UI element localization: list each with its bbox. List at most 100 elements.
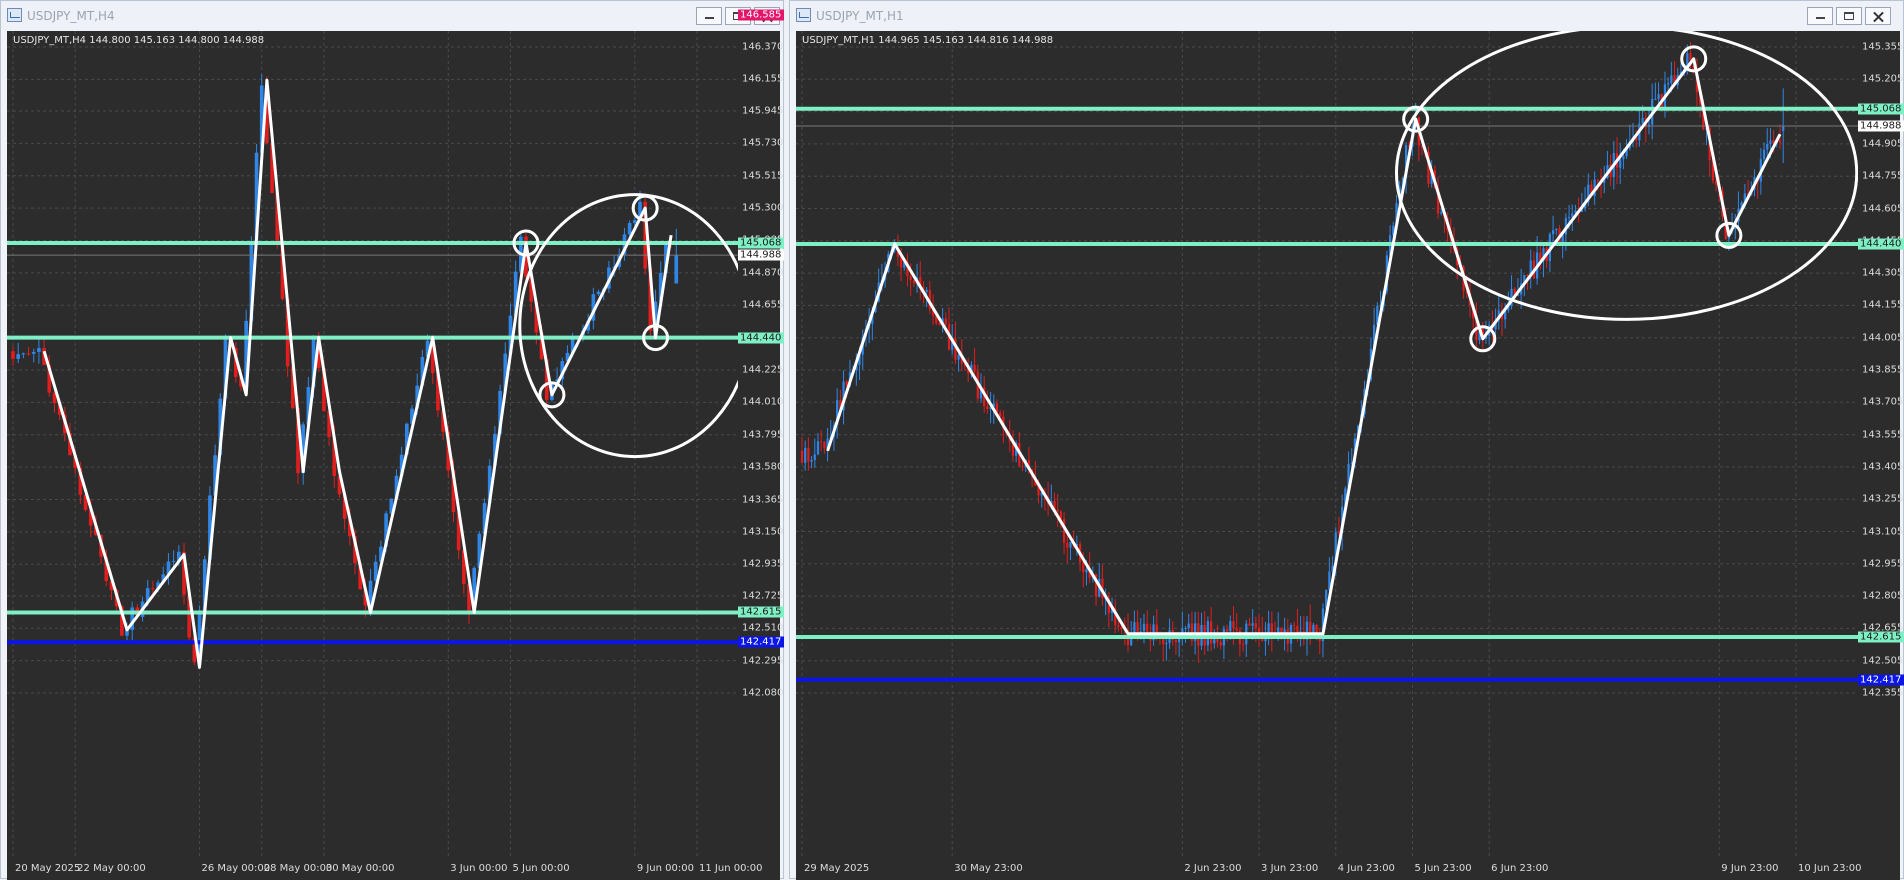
price-tick-label: 145.945 [742, 105, 784, 117]
price-level-tag: 144.988 [738, 249, 784, 261]
candle-body [674, 255, 679, 284]
time-tick-label: 10 Jun 23:00 [1798, 863, 1862, 874]
app-icon [7, 8, 22, 22]
candle-body [31, 351, 36, 354]
candle-body [1146, 623, 1149, 632]
chart-canvas[interactable] [7, 31, 738, 858]
candle-body [1571, 213, 1574, 217]
candle-body [925, 289, 928, 293]
annotation-zigzag-path [42, 78, 673, 669]
price-level-tag: 142.615 [738, 606, 784, 618]
candle-body [1555, 228, 1558, 231]
time-tick-label: 4 Jun 23:00 [1337, 863, 1395, 874]
price-tick-label: 143.795 [742, 429, 784, 441]
candle-body [1142, 623, 1146, 632]
candle-body [151, 588, 155, 590]
price-tick-label: 144.605 [1862, 203, 1904, 214]
price-level-tag: 144.440 [738, 332, 784, 344]
candle-body [957, 354, 960, 360]
price-tick-label: 145.515 [742, 170, 784, 182]
candle-body [16, 354, 20, 359]
price-tick-label: 142.295 [742, 655, 784, 667]
candle-body [1596, 179, 1599, 181]
candle-body [1778, 140, 1782, 143]
candle-body [1219, 642, 1222, 646]
time-tick-label: 5 Jun 23:00 [1414, 863, 1472, 874]
time-tick-label: 28 May 00:00 [263, 863, 333, 874]
chart-window-h1[interactable]: USDJPY_MT,H1 USDJPY_MT,H1 144.965 145.16… [789, 0, 1904, 880]
window-titlebar[interactable]: USDJPY_MT,H1 [790, 1, 1903, 31]
window-titlebar[interactable]: USDJPY_MT,H4 [1, 1, 783, 31]
price-tick-label: 143.705 [1862, 396, 1904, 408]
price-tick-label: 142.505 [1862, 655, 1904, 667]
candle-body [1667, 83, 1670, 85]
price-tick-label: 143.150 [742, 526, 784, 538]
time-axis[interactable]: 29 May 2025 30 May 23:00 2 Jun 23:00 3 Jun … [796, 858, 1900, 880]
price-tick-label: 144.755 [1862, 170, 1904, 182]
candle-body [596, 291, 601, 295]
price-level-tag: 142.615 [1858, 631, 1904, 643]
levels [7, 241, 738, 645]
chart-window-h4[interactable]: USDJPY_MT,H4 USDJPY_MT,H4 144.800 145.16… [0, 0, 784, 880]
price-axis[interactable]: 145.355145.205145.055144.905144.755144.6… [1858, 31, 1904, 858]
time-tick-label: 22 May 00:00 [77, 863, 146, 874]
candle-body [986, 406, 989, 410]
price-tick-label: 146.155 [742, 73, 784, 85]
price-tick-label: 144.005 [1862, 332, 1904, 344]
candle-body [1229, 621, 1232, 632]
candle-body [1619, 159, 1622, 168]
candle-body [1082, 562, 1085, 573]
price-tick-label: 144.870 [742, 267, 784, 279]
price-tick-label: 142.080 [742, 687, 784, 699]
minimize-button[interactable] [1807, 7, 1833, 25]
candle-body [26, 353, 31, 355]
candle-body [810, 459, 813, 462]
minimize-button[interactable] [696, 7, 722, 25]
price-tick-label: 144.155 [1862, 299, 1904, 311]
price-tick-label: 144.010 [742, 396, 784, 408]
maximize-button[interactable] [1836, 7, 1862, 25]
candle-body [1567, 216, 1571, 219]
chart-plot-area[interactable]: USDJPY_MT,H4 144.800 145.163 144.800 144… [7, 9, 784, 880]
price-tick-label: 146.370 [742, 41, 784, 53]
price-level-tag: 145.068 [1858, 103, 1904, 115]
close-button[interactable] [1865, 7, 1891, 25]
price-tick-label: 145.355 [1862, 41, 1904, 53]
candle-body [1254, 623, 1257, 629]
price-tick-label: 144.655 [742, 299, 784, 311]
price-tick-label: 143.555 [1862, 429, 1904, 441]
candle-body [1056, 509, 1059, 512]
candle-body [1551, 230, 1555, 235]
price-tick-label: 143.580 [742, 461, 784, 473]
candle-body [1174, 639, 1178, 643]
candle-body [1117, 625, 1120, 627]
chart-canvas[interactable] [796, 31, 1858, 858]
price-axis[interactable]: 146.370 146.155 145.945 145.730 145.515 145.3… [738, 9, 794, 858]
time-tick-label: 3 Jun 23:00 [1261, 863, 1319, 874]
candle-body [1178, 638, 1181, 643]
price-level-tag: 145.068 [738, 237, 784, 249]
candle-body [1069, 542, 1072, 548]
grid [7, 31, 738, 858]
time-tick-label: 20 May 2025 [15, 863, 81, 874]
time-tick-label: 9 Jun 23:00 [1721, 863, 1779, 874]
grid [796, 31, 1858, 858]
candle-body [1293, 625, 1296, 627]
candle-body [627, 223, 632, 235]
time-tick-label: 5 Jun 00:00 [512, 863, 570, 874]
window-title: USDJPY_MT,H1 [816, 9, 904, 23]
time-tick-label: 3 Jun 00:00 [450, 863, 508, 874]
candle-body [1670, 75, 1673, 84]
candle-body [807, 447, 810, 462]
candle-body [1622, 155, 1625, 160]
candle-body [37, 348, 41, 352]
candle-body [823, 441, 826, 449]
time-tick-label: 26 May 00:00 [201, 863, 271, 874]
candle-body [1187, 623, 1190, 629]
time-tick-label: 30 May 00:00 [325, 863, 395, 874]
time-axis[interactable]: 20 May 2025 22 May 00:00 26 May 00:00 28 Ma… [7, 858, 780, 880]
price-tick-label: 142.935 [742, 558, 784, 570]
candle-body [1225, 629, 1229, 632]
chart-plot-area[interactable]: USDJPY_MT,H1 144.965 145.163 144.816 144… [796, 31, 1904, 880]
price-tick-label: 145.300 [742, 202, 784, 214]
